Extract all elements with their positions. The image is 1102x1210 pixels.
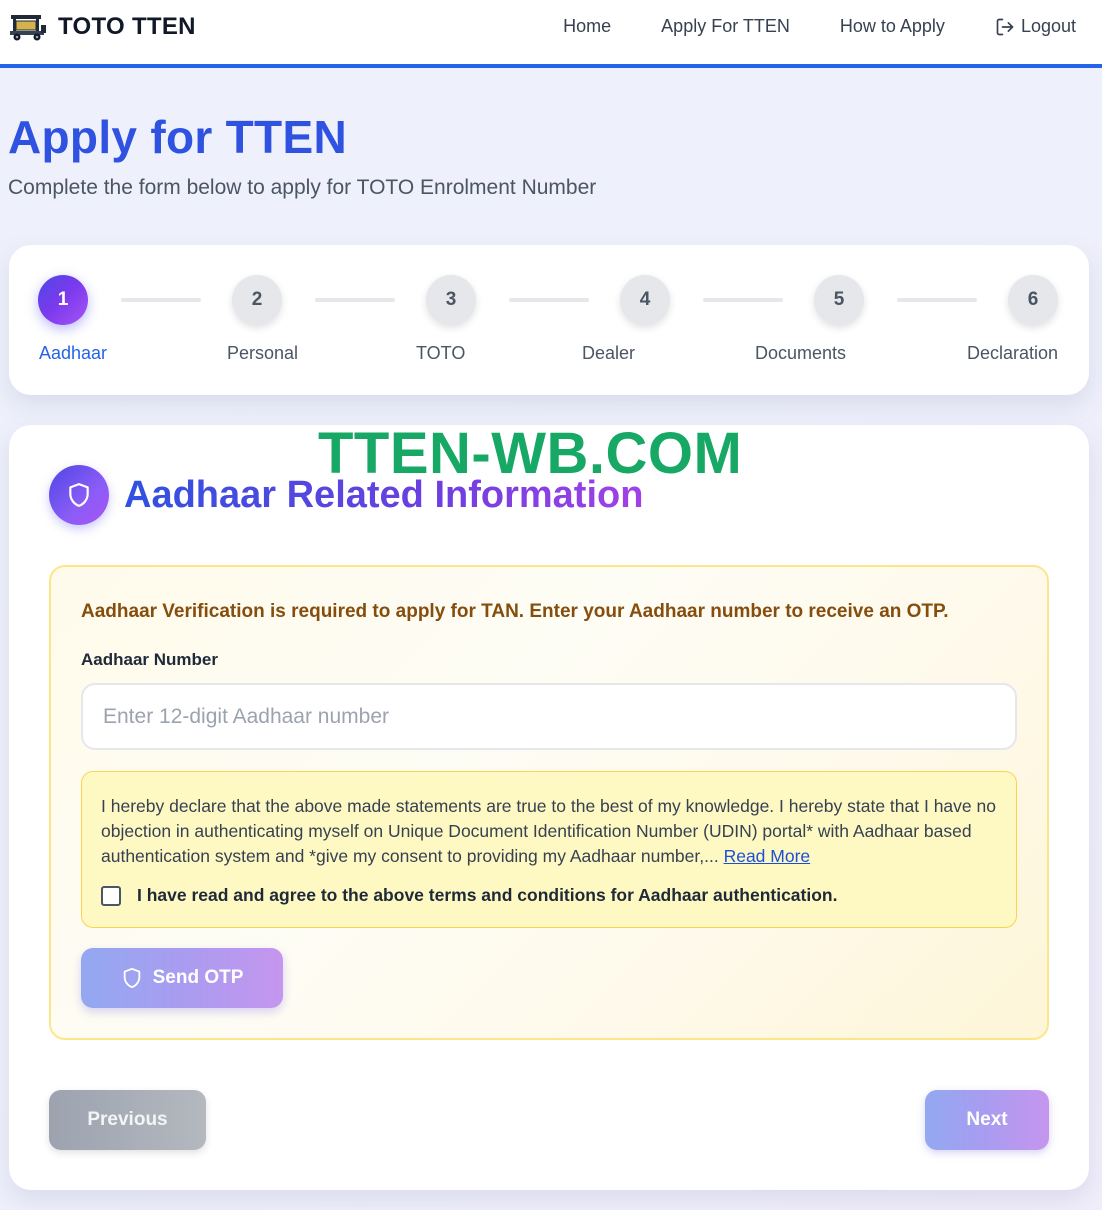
step-4-circle[interactable]: 4 (620, 275, 670, 325)
step-2-circle[interactable]: 2 (232, 275, 282, 325)
step-5-circle[interactable]: 5 (814, 275, 864, 325)
send-otp-button[interactable]: Send OTP (81, 948, 283, 1008)
top-navbar: TOTO TTEN Home Apply For TTEN How to App… (0, 0, 1102, 68)
step-6-circle[interactable]: 6 (1008, 275, 1058, 325)
read-more-link[interactable]: Read More (724, 846, 811, 866)
step-2-label: Personal (227, 343, 299, 363)
brand[interactable]: TOTO TTEN (8, 12, 196, 42)
verification-note: Aadhaar Verification is required to appl… (81, 601, 949, 622)
logout-label: Logout (1020, 16, 1076, 36)
toto-rickshaw-icon (10, 15, 46, 41)
previous-button[interactable]: Previous (49, 1090, 206, 1150)
step-connector (121, 298, 201, 302)
step-5-label: Documents (755, 343, 847, 363)
step-1-label: Aadhaar (39, 343, 108, 363)
section-icon-badge (49, 465, 109, 525)
send-otp-label: Send OTP (152, 967, 244, 988)
step-6-label: Declaration (967, 343, 1059, 363)
next-button[interactable]: Next (925, 1090, 1049, 1150)
consent-text: I hereby declare that the above made sta… (101, 794, 1006, 869)
logout-icon (996, 18, 1014, 35)
page-subtitle: Complete the form below to apply for TOT… (8, 176, 597, 199)
watermark: TTEN-WB.COM (318, 421, 743, 486)
brand-name: TOTO TTEN (58, 13, 196, 40)
progress-stepper: 1 2 3 4 5 6 Aadhaar Personal TOTO Dealer… (9, 245, 1089, 395)
step-3-circle[interactable]: 3 (426, 275, 476, 325)
step-connector (703, 298, 783, 302)
agree-label[interactable]: I have read and agree to the above terms… (137, 885, 837, 906)
nav-how-to-apply[interactable]: How to Apply (840, 16, 945, 37)
shield-icon (69, 483, 89, 507)
step-4-label: Dealer (582, 343, 636, 363)
nav-logout[interactable]: Logout (995, 16, 1076, 37)
step-3-label: TOTO (416, 343, 466, 363)
step-connector (315, 298, 395, 302)
step-connector (897, 298, 977, 302)
step-1-circle[interactable]: 1 (38, 275, 88, 325)
page-title: Apply for TTEN (8, 111, 347, 163)
agree-row: I have read and agree to the above terms… (101, 885, 837, 906)
shield-icon (123, 967, 140, 989)
nav-apply-for-tten[interactable]: Apply For TTEN (661, 16, 790, 37)
aadhaar-number-input[interactable] (81, 683, 1017, 750)
nav-home[interactable]: Home (563, 16, 611, 37)
agree-checkbox[interactable] (101, 885, 121, 906)
aadhaar-number-label: Aadhaar Number (81, 650, 218, 669)
consent-body: I hereby declare that the above made sta… (101, 796, 996, 866)
main-nav: Home Apply For TTEN How to Apply Logout (513, 16, 1076, 37)
step-connector (509, 298, 589, 302)
